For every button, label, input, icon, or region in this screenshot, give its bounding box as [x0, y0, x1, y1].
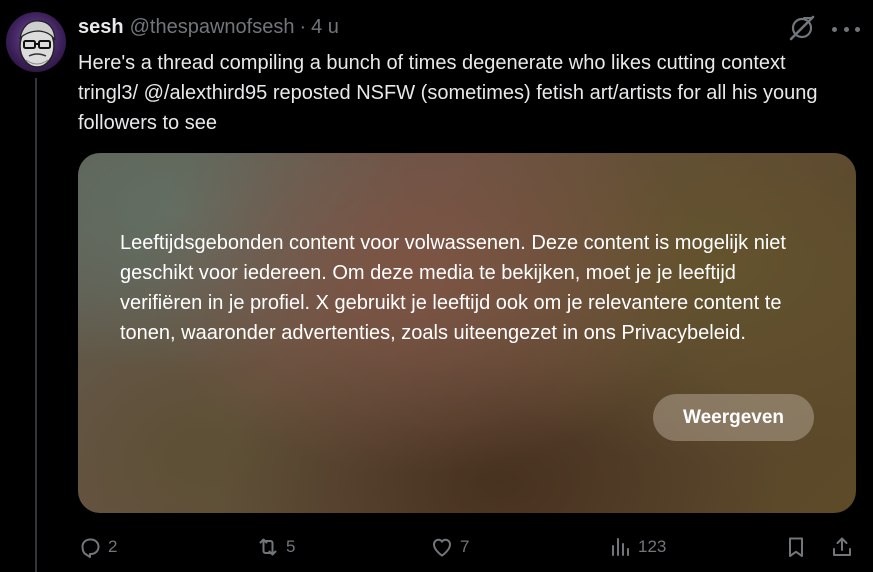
grok-button[interactable]	[788, 14, 816, 42]
repost-button[interactable]: 5	[256, 530, 295, 564]
sensitive-media[interactable]: Leeftijdsgebonden content voor volwassen…	[78, 153, 856, 513]
heart-icon	[433, 538, 451, 557]
tweet-header: sesh @thespawnofsesh · 4 u	[78, 14, 339, 40]
views-button[interactable]: 123	[608, 530, 666, 564]
author-name[interactable]: sesh	[78, 16, 124, 39]
separator-dot: ·	[299, 15, 307, 38]
action-bar: 2 5 7 123	[78, 530, 858, 564]
more-button[interactable]	[832, 18, 860, 40]
sensitive-content-warning: Leeftijdsgebonden content voor volwassen…	[120, 232, 786, 344]
reveal-media-button[interactable]: Weergeven	[653, 394, 814, 441]
tweet-text: Here's a thread compiling a bunch of tim…	[78, 52, 818, 134]
share-icon	[833, 537, 851, 556]
reply-button[interactable]: 2	[78, 530, 117, 564]
bookmark-icon	[789, 537, 803, 557]
views-icon	[612, 538, 629, 556]
more-icon-dot	[855, 26, 860, 32]
bookmark-button[interactable]	[784, 530, 808, 564]
like-button[interactable]: 7	[430, 530, 469, 564]
author-handle[interactable]: @thespawnofsesh	[130, 16, 295, 39]
repost-count: 5	[286, 537, 296, 556]
reply-icon	[81, 538, 100, 558]
thread-line	[35, 78, 37, 572]
like-count: 7	[460, 537, 470, 556]
share-button[interactable]	[830, 530, 854, 564]
tweet[interactable]: sesh @thespawnofsesh · 4 u Here's a thre…	[0, 0, 873, 572]
grok-icon	[789, 15, 815, 41]
repost-icon	[259, 538, 277, 556]
views-count: 123	[638, 537, 667, 556]
reply-count: 2	[108, 537, 118, 556]
avatar-wojak-image	[19, 20, 56, 68]
timestamp[interactable]: 4 u	[311, 16, 339, 39]
more-icon	[832, 26, 837, 32]
more-icon-dot	[843, 26, 849, 32]
avatar[interactable]	[6, 12, 66, 72]
